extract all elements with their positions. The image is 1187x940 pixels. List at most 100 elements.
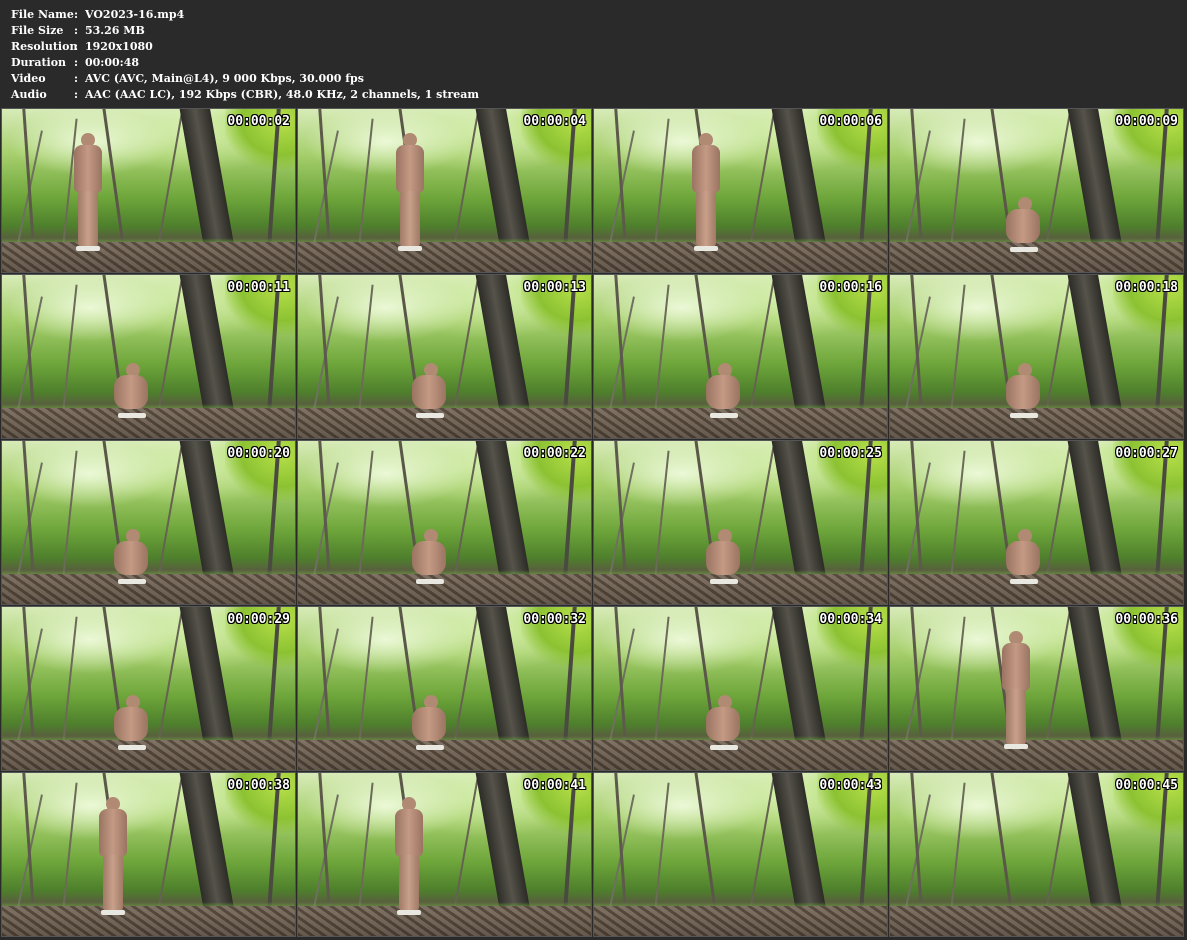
thumbnail-timestamp: 00:00:04 [523, 114, 586, 129]
tree-trunk [1045, 275, 1072, 415]
thumbnail-timestamp: 00:00:38 [227, 778, 290, 793]
person-legs [103, 855, 123, 911]
person-feet [694, 246, 718, 251]
tree-trunk [749, 441, 776, 581]
tree-trunk [654, 118, 670, 249]
info-label: Resolution [11, 40, 78, 53]
forest-floor [890, 906, 1183, 936]
tree-trunk [453, 441, 480, 581]
thumbnail-timestamp: 00:00:29 [227, 612, 290, 627]
info-value: AAC (AAC LC), 192 Kbps (CBR), 48.0 KHz, … [85, 88, 480, 101]
person-body [692, 145, 720, 193]
person-figure [72, 133, 102, 253]
tree-trunk [989, 773, 1013, 913]
info-separator: : [74, 56, 79, 69]
info-row-file-name: File Name : VO2023-16.mp4 [11, 7, 711, 23]
tree-trunk [157, 109, 184, 249]
video-thumbnail: 00:00:25 [593, 440, 888, 605]
person-feet [710, 413, 738, 418]
tree-trunk [950, 782, 966, 913]
tree-trunk [749, 773, 776, 913]
tree-trunk [62, 284, 78, 415]
person-feet [118, 413, 146, 418]
tree-trunk [614, 275, 627, 415]
video-thumbnail: 00:00:02 [1, 108, 296, 273]
tree-trunk [1045, 773, 1072, 913]
video-thumbnail: 00:00:43 [593, 772, 888, 937]
video-thumbnail: 00:00:34 [593, 606, 888, 771]
info-separator: : [74, 24, 79, 37]
person-feet [416, 579, 444, 584]
person-body [412, 375, 446, 409]
person-feet [76, 246, 100, 251]
tree-trunk [358, 450, 374, 581]
info-row-video: Video : AVC (AVC, Main@L4), 9 000 Kbps, … [11, 71, 711, 87]
video-thumbnail: 00:00:38 [1, 772, 296, 937]
person-legs [399, 855, 419, 911]
tree-trunk [358, 782, 374, 913]
tree-trunk [157, 275, 184, 415]
file-info-panel: File Name : VO2023-16.mp4 File Size : 53… [11, 7, 711, 103]
info-label: File Size [11, 24, 64, 37]
person-figure [393, 797, 423, 917]
person-figure [97, 797, 127, 917]
person-legs [78, 191, 98, 247]
tree-trunk [910, 109, 923, 249]
person-feet [1010, 579, 1038, 584]
person-figure [408, 363, 448, 423]
video-thumbnail: 00:00:11 [1, 274, 296, 439]
thumbnail-timestamp: 00:00:27 [1115, 446, 1178, 461]
forest-floor [890, 740, 1183, 770]
video-thumbnail: 00:00:32 [297, 606, 592, 771]
thumbnail-timestamp: 00:00:13 [523, 280, 586, 295]
info-value: 00:00:48 [85, 56, 140, 69]
video-thumbnail: 00:00:04 [297, 108, 592, 273]
tree-trunk [654, 782, 670, 913]
person-feet [416, 745, 444, 750]
thumbnail-timestamp: 00:00:22 [523, 446, 586, 461]
person-figure [110, 363, 150, 423]
forest-floor [594, 906, 887, 936]
video-thumbnail: 00:00:06 [593, 108, 888, 273]
tree-trunk [318, 109, 331, 249]
forest-floor [2, 242, 295, 272]
tree-trunk [318, 275, 331, 415]
person-figure [1000, 631, 1030, 751]
tree-trunk [22, 275, 35, 415]
info-separator: : [74, 8, 79, 21]
person-figure [702, 363, 742, 423]
thumbnail-timestamp: 00:00:20 [227, 446, 290, 461]
person-body [1006, 209, 1040, 243]
tree-trunk [1045, 109, 1072, 249]
tree-trunk [614, 441, 627, 581]
person-feet [710, 745, 738, 750]
tree-trunk [654, 616, 670, 747]
tree-trunk [950, 284, 966, 415]
info-row-audio: Audio : AAC (AAC LC), 192 Kbps (CBR), 48… [11, 87, 711, 103]
video-thumbnail: 00:00:41 [297, 772, 592, 937]
person-body [395, 809, 423, 857]
person-legs [1006, 689, 1026, 745]
person-body [1002, 643, 1030, 691]
video-thumbnail: 00:00:18 [889, 274, 1184, 439]
tree-trunk [654, 284, 670, 415]
person-body [706, 707, 740, 741]
person-body [706, 541, 740, 575]
info-label: Duration [11, 56, 67, 69]
info-label: Video [11, 72, 46, 85]
person-figure [702, 529, 742, 589]
person-body [706, 375, 740, 409]
info-separator: : [74, 88, 79, 101]
person-feet [1010, 413, 1038, 418]
person-feet [118, 745, 146, 750]
person-feet [1010, 247, 1038, 252]
person-body [74, 145, 102, 193]
person-figure [702, 695, 742, 755]
tree-trunk [318, 607, 331, 747]
thumbnail-timestamp: 00:00:09 [1115, 114, 1178, 129]
info-row-file-size: File Size : 53.26 MB [11, 23, 711, 39]
tree-trunk [614, 109, 627, 249]
thumbnail-timestamp: 00:00:36 [1115, 612, 1178, 627]
person-feet [398, 246, 422, 251]
thumbnail-timestamp: 00:00:41 [523, 778, 586, 793]
